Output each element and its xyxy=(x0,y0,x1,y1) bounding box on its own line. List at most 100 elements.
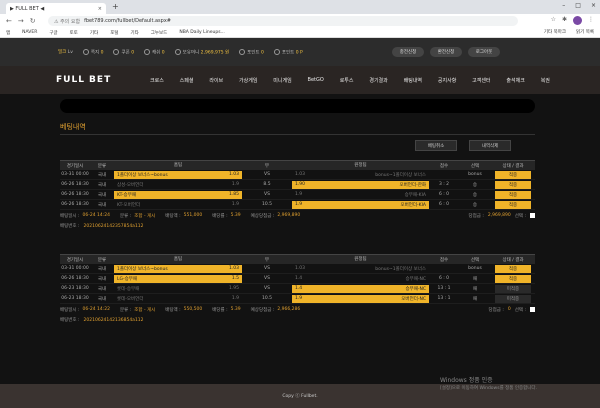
away-team[interactable]: 1.90 오버언더-한화 xyxy=(292,180,429,189)
menu-icon[interactable]: ⋮ xyxy=(588,16,594,25)
bookmark-item[interactable]: 기타 xyxy=(130,30,138,36)
home-cell[interactable]: KT-오버언더 1.9 xyxy=(114,201,242,209)
away-cell[interactable]: 1.9 오버언더-NC xyxy=(292,294,429,303)
away-cell[interactable]: 1.03 bonus~1폴더이상 보너스 xyxy=(292,265,429,273)
away-cell[interactable]: 1.9 오버언더-KIA xyxy=(292,200,429,209)
home-cell[interactable]: 1폴더이상 보너스~bonus 1.03 xyxy=(114,170,242,179)
away-cell[interactable]: 1.4 승무패-NC xyxy=(292,275,429,283)
home-team[interactable]: KT-오버언더 1.9 xyxy=(114,201,242,209)
home-team[interactable]: 롯데-승무패 1.95 xyxy=(114,285,242,293)
minimize-button[interactable]: – xyxy=(562,2,565,9)
address-bar[interactable]: ⚠ 주의 요함 fbet789.com/fullbet/Default.aspx… xyxy=(48,16,518,26)
bookmark-other[interactable]: 기타 북마크 xyxy=(544,29,566,35)
bookmark-apps[interactable]: 앱 xyxy=(6,30,10,36)
home-cell[interactable]: 롯데-승무패 1.95 xyxy=(114,285,242,293)
money-icon xyxy=(174,49,181,55)
bookmark-item[interactable]: 그누보드 xyxy=(151,30,168,36)
reading-list[interactable]: 읽기 목록 xyxy=(576,29,594,35)
score: 6 : 0 xyxy=(438,202,450,207)
home-team[interactable]: KT-승무패 1.85 xyxy=(114,190,242,199)
bookmark-naver[interactable]: NAVER xyxy=(22,30,37,35)
away-cell[interactable]: 1.9 승무패-KIA xyxy=(292,191,429,199)
header-cell: 분류 xyxy=(97,257,107,263)
delete-history-button[interactable]: 내역삭제 xyxy=(469,140,511,151)
tab-close-icon[interactable]: × xyxy=(98,6,102,12)
home-cell[interactable]: 1폴더이상 보너스~bonus 1.03 xyxy=(114,264,242,273)
away-team[interactable]: 1.03 bonus~1폴더이상 보너스 xyxy=(292,265,429,273)
withdraw-button[interactable]: 환전신청 xyxy=(430,47,462,57)
nav-minigame[interactable]: 미니게임 xyxy=(273,77,291,84)
away-cell[interactable]: 1.90 오버언더-한화 xyxy=(292,180,429,189)
nav-virtual[interactable]: 가상게임 xyxy=(239,77,257,84)
bookmark-nba[interactable]: NBA Daily Lineups... xyxy=(179,30,225,35)
bookmark-item[interactable]: 포털 xyxy=(110,30,118,36)
profile-avatar[interactable] xyxy=(573,16,582,25)
home-team[interactable]: 1폴더이상 보너스~bonus 1.03 xyxy=(114,170,242,179)
home-team[interactable]: 1폴더이상 보너스~bonus 1.03 xyxy=(114,264,242,273)
header-cell: 경기일시 xyxy=(66,257,84,263)
home-cell[interactable]: 롯데-오버언더 1.9 xyxy=(114,295,242,303)
nav-cross[interactable]: 크로스 xyxy=(150,77,164,84)
away-team[interactable]: 1.9 승무패-KIA xyxy=(292,191,429,199)
stat-coupon[interactable]: 쿠폰 0 xyxy=(113,49,134,56)
header-cell: 경기일시 xyxy=(66,163,84,169)
away-team[interactable]: 1.4 승무패-NC xyxy=(292,275,429,283)
nav-attendance[interactable]: 출석체크 xyxy=(506,77,524,84)
away-team[interactable]: 1.9 오버언더-NC xyxy=(292,294,429,303)
new-tab-button[interactable]: + xyxy=(112,2,119,11)
nav-live[interactable]: 라이브 xyxy=(209,77,223,84)
forward-icon[interactable]: → xyxy=(18,17,24,25)
match-time: 06-23 18:30 xyxy=(61,286,89,291)
nav-betgo[interactable]: BetGO xyxy=(308,77,324,84)
header-cell: 상태 / 결과 xyxy=(502,163,524,169)
home-team-name: KT-오버언더 xyxy=(117,202,141,208)
browser-tab[interactable]: ▶ FULL BET ◀ × xyxy=(6,3,106,14)
win-label: 당첨금 : xyxy=(468,213,484,219)
main-nav: FULL BET 크로스 스페셜 라이브 가상게임 미니게임 BetGO 로투스… xyxy=(0,66,600,94)
away-cell[interactable]: 1.4 승무패-NC xyxy=(292,284,429,293)
nav-results[interactable]: 경기결과 xyxy=(369,77,387,84)
home-cell[interactable]: KT-승무패 1.85 xyxy=(114,190,242,199)
nav-lotus[interactable]: 로투스 xyxy=(340,77,354,84)
pick: 패 xyxy=(472,276,478,282)
maximize-button[interactable]: □ xyxy=(575,2,581,9)
stat-cash: 캐쉬 0 xyxy=(144,49,165,56)
cancel-bet-button[interactable]: 배팅취소 xyxy=(415,140,457,151)
away-team[interactable]: 1.4 승무패-NC xyxy=(292,284,429,293)
away-team-name: 오버언더-KIA xyxy=(400,202,426,208)
nav-support[interactable]: 고객센터 xyxy=(472,77,490,84)
security-warning[interactable]: ⚠ 주의 요함 xyxy=(54,18,80,25)
home-cell[interactable]: LG-승무패 1.5 xyxy=(114,274,242,283)
reload-icon[interactable]: ↻ xyxy=(30,17,36,25)
score: 13 : 1 xyxy=(437,286,451,291)
home-team[interactable]: 삼성-오버언더 1.9 xyxy=(114,181,242,189)
bookmark-item[interactable]: 기타 xyxy=(90,30,98,36)
away-cell[interactable]: 1.03 bonus~1폴더이상 보너스 xyxy=(292,171,429,179)
bookmark-item[interactable]: 구글 xyxy=(49,30,57,36)
away-odds: 1.03 xyxy=(295,172,306,177)
summary-value: 06-24 14:24 xyxy=(82,213,110,218)
select-checkbox[interactable] xyxy=(530,307,535,312)
stat-messages[interactable]: 쪽지 0 xyxy=(82,49,103,56)
home-team[interactable]: 롯데-오버언더 1.9 xyxy=(114,295,242,303)
home-team[interactable]: LG-승무패 1.5 xyxy=(114,274,242,283)
star-icon[interactable]: ☆ xyxy=(551,16,556,25)
away-team-name: bonus~1폴더이상 보너스 xyxy=(375,172,426,178)
logout-button[interactable]: 로그아웃 xyxy=(468,47,500,57)
back-icon[interactable]: ← xyxy=(6,17,12,25)
away-team-name: 승무패-NC xyxy=(405,286,426,292)
nav-bet-history[interactable]: 배팅내역 xyxy=(404,77,422,84)
away-team[interactable]: 1.03 bonus~1폴더이상 보너스 xyxy=(292,171,429,179)
nav-special[interactable]: 스페셜 xyxy=(180,77,194,84)
extensions-icon[interactable]: ✱ xyxy=(562,16,567,25)
nav-lottery[interactable]: 복권 xyxy=(541,77,550,84)
select-checkbox[interactable] xyxy=(530,213,535,218)
deposit-button[interactable]: 충전신청 xyxy=(392,47,424,57)
close-window-button[interactable]: × xyxy=(591,2,596,9)
bookmark-item[interactable]: 토토 xyxy=(70,30,78,36)
nav-notice[interactable]: 공지사항 xyxy=(438,77,456,84)
site-logo[interactable]: FULL BET xyxy=(56,75,111,85)
browser-tabbar: ▶ FULL BET ◀ × + – □ × xyxy=(0,0,600,14)
away-team[interactable]: 1.9 오버언더-KIA xyxy=(292,200,429,209)
home-cell[interactable]: 삼성-오버언더 1.9 xyxy=(114,181,242,189)
